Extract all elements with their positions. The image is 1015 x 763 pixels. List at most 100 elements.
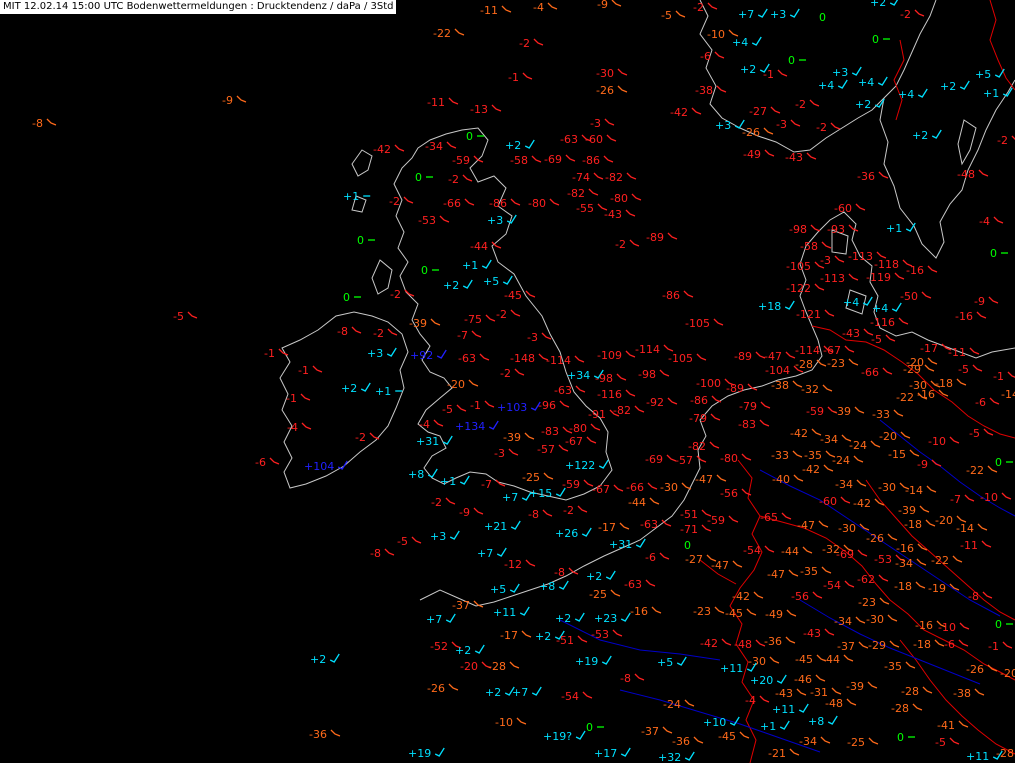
station-observation: -37 [641, 725, 673, 738]
tendency-value: -2 [389, 195, 400, 208]
station-observation: +92 [410, 349, 447, 362]
tendency-value: -119 [866, 271, 891, 284]
station-observation: -18 [904, 518, 936, 531]
falling-tendency-icon [857, 549, 868, 557]
tendency-value: -18 [935, 377, 953, 390]
station-observation: -5 [397, 535, 422, 548]
station-observation: -25 [589, 588, 621, 601]
station-observation: +2 [586, 570, 616, 583]
falling-tendency-icon [707, 2, 718, 10]
station-observation: -80 [528, 197, 560, 210]
tendency-value: -66 [443, 197, 461, 210]
station-observation: -30 [596, 67, 628, 80]
station-observation: 0 [586, 721, 604, 734]
falling-tendency-icon [236, 95, 247, 103]
station-observation: -30 [866, 613, 898, 626]
falling-tendency-icon [531, 155, 542, 163]
tendency-value: -42 [853, 497, 871, 510]
falling-tendency-icon [510, 309, 521, 317]
station-observation: -44 [781, 545, 813, 558]
falling-tendency-icon [1001, 492, 1012, 500]
tendency-value: -47 [767, 568, 785, 581]
station-observation: -12 [504, 558, 536, 571]
station-observation: -4 [419, 418, 444, 431]
falling-tendency-icon [651, 606, 662, 614]
station-observation: -34 [820, 433, 852, 446]
station-observation: +3 [715, 119, 745, 132]
station-observation: +5 [483, 275, 513, 288]
station-observation: -1 [298, 364, 323, 377]
falling-tendency-icon [949, 436, 960, 444]
tendency-value: -4 [287, 421, 298, 434]
rising-tendency-icon [751, 36, 762, 46]
falling-tendency-icon [916, 558, 927, 566]
station-observation: -38 [771, 379, 803, 392]
station-observation: +15 [529, 487, 566, 500]
tendency-value: -2 [390, 288, 401, 301]
tendency-value: +1 [343, 190, 359, 203]
falling-tendency-icon [330, 729, 341, 737]
station-observation: -45 [718, 730, 750, 743]
station-observation: -79 [739, 400, 771, 413]
station-observation: -2 [997, 134, 1015, 147]
rising-tendency-icon [462, 279, 473, 289]
station-observation: -8 [620, 672, 645, 685]
falling-tendency-icon [629, 239, 640, 247]
rising-tendency-icon [502, 275, 513, 285]
station-observation: +2 [455, 644, 485, 657]
station-observation: -59 [707, 514, 739, 527]
rising-tendency-icon [851, 66, 862, 76]
falling-tendency-icon [820, 736, 831, 744]
tendency-value: -63 [554, 384, 572, 397]
tendency-value: +3 [715, 119, 731, 132]
station-observation: -21 [768, 747, 800, 760]
falling-tendency-icon [301, 422, 312, 430]
tendency-value: -80 [528, 197, 546, 210]
tendency-value: -14 [956, 522, 974, 535]
tendency-value: 0 [788, 54, 795, 67]
station-observation: +2 [912, 129, 942, 142]
tendency-value: -91 [588, 408, 606, 421]
falling-tendency-icon [802, 546, 813, 554]
falling-tendency-icon [977, 523, 988, 531]
falling-tendency-icon [867, 681, 878, 689]
tendency-value: -59 [452, 154, 470, 167]
tendency-value: -82 [613, 404, 631, 417]
tendency-value: -69 [836, 548, 854, 561]
station-observation: -116 [870, 316, 909, 329]
falling-tendency-icon [815, 674, 826, 682]
station-observation: -5 [958, 363, 983, 376]
tendency-value: -19 [928, 582, 946, 595]
station-observation: -3 [820, 254, 845, 267]
station-observation: +23 [594, 612, 631, 625]
station-observation: -22 [966, 464, 998, 477]
falling-tendency-icon [691, 107, 702, 115]
station-observation: -2 [373, 327, 398, 340]
falling-tendency-icon [603, 155, 614, 163]
tendency-value: +4 [732, 36, 748, 49]
falling-tendency-icon [46, 118, 57, 126]
station-observation: +11 [493, 606, 530, 619]
tendency-value: -6 [255, 456, 266, 469]
tendency-value: -42 [802, 463, 820, 476]
station-observation: -86 [662, 289, 694, 302]
falling-tendency-icon [769, 656, 780, 664]
tendency-value: -83 [541, 425, 559, 438]
falling-tendency-icon [981, 540, 992, 548]
tendency-value: +104 [304, 460, 334, 473]
station-observation: -8 [337, 325, 362, 338]
station-observation: 0 [788, 54, 806, 67]
station-observation: +20 [750, 674, 787, 687]
tendency-value: -80 [569, 422, 587, 435]
falling-tendency-icon [631, 193, 642, 201]
tendency-value: +21 [484, 520, 507, 533]
falling-tendency-icon [909, 449, 920, 457]
falling-tendency-icon [830, 122, 841, 130]
tendency-value: -5 [969, 427, 980, 440]
station-observation: -11 [427, 96, 459, 109]
tendency-value: -23 [827, 357, 845, 370]
falling-tendency-icon [938, 389, 949, 397]
tendency-value: 0 [819, 11, 826, 24]
tendency-value: -1 [298, 364, 309, 377]
tendency-value: -52 [430, 640, 448, 653]
